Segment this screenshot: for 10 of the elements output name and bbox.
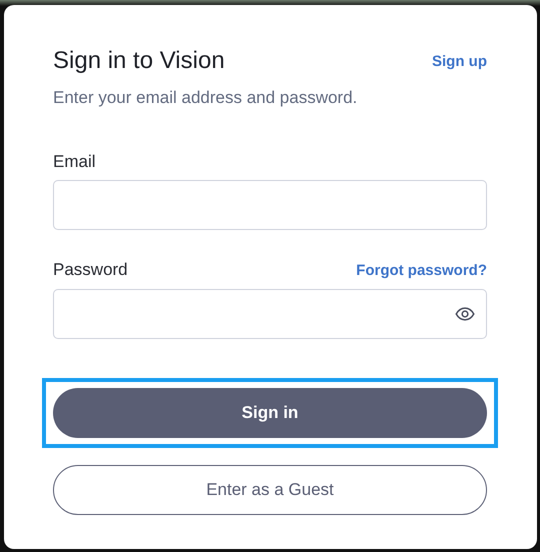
forgot-password-link[interactable]: Forgot password? bbox=[356, 262, 487, 278]
password-field[interactable] bbox=[53, 289, 487, 339]
sign-up-link[interactable]: Sign up bbox=[432, 52, 487, 70]
guest-button[interactable]: Enter as a Guest bbox=[53, 465, 487, 515]
form-title: Sign in to Vision bbox=[53, 47, 225, 75]
sign-in-button[interactable]: Sign in bbox=[53, 388, 487, 438]
email-field[interactable] bbox=[53, 180, 487, 230]
form-subtitle: Enter your email address and password. bbox=[53, 88, 358, 108]
password-label: Password bbox=[53, 260, 128, 280]
email-label: Email bbox=[53, 152, 96, 172]
